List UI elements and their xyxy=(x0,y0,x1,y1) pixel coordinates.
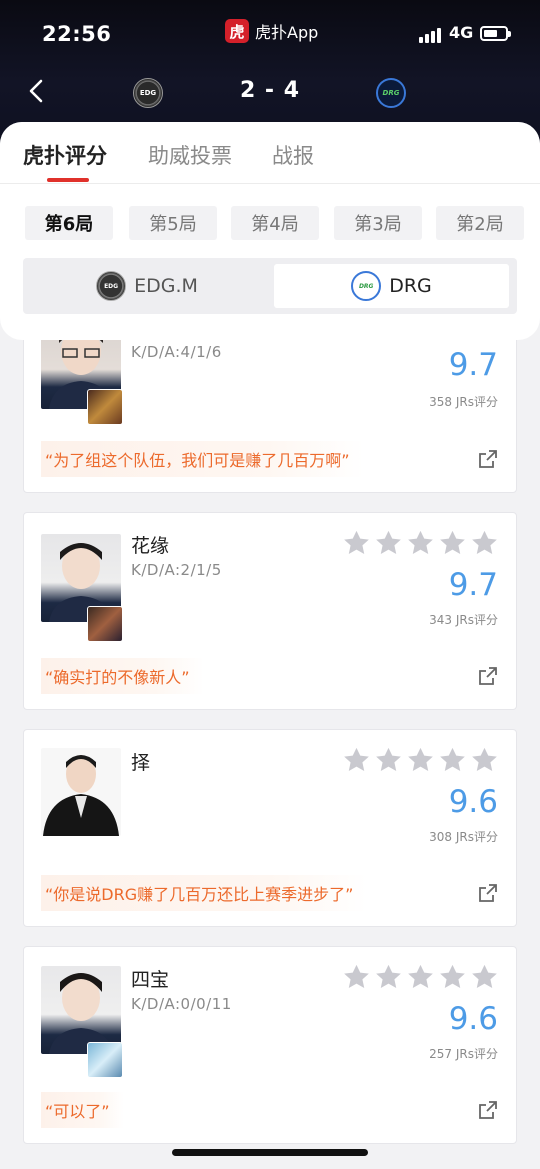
player-name: 四宝 xyxy=(131,969,170,991)
hupu-app-icon: 虎 xyxy=(225,19,249,43)
game-tab-4[interactable]: 第4局 xyxy=(231,206,319,240)
player-kda: K/D/A:0/0/11 xyxy=(131,995,232,1013)
star-icon[interactable] xyxy=(406,529,435,558)
player-kda: K/D/A:4/1/6 xyxy=(131,343,222,361)
game-tab-3[interactable]: 第3局 xyxy=(334,206,422,240)
star-icon[interactable] xyxy=(406,963,435,992)
star-icon[interactable] xyxy=(374,746,403,775)
rating-stars[interactable] xyxy=(342,963,499,992)
share-external-icon[interactable] xyxy=(478,883,498,903)
hero-icon xyxy=(87,1042,123,1078)
team-switch-right-label: DRG xyxy=(389,275,432,297)
tab-support-vote[interactable]: 助威投票 xyxy=(148,140,232,170)
player-card[interactable]: 花缘 K/D/A:2/1/5 9.7 343 JRs评分 “确实打的不像新人” xyxy=(23,512,517,710)
player-avatar xyxy=(41,966,121,1054)
player-quote: “你是说DRG赚了几百万还比上赛季进步了” xyxy=(41,875,368,911)
player-quote: “可以了” xyxy=(41,1092,124,1128)
player-votes: 308 JRs评分 xyxy=(429,830,498,844)
player-rating: 9.6 xyxy=(448,784,498,820)
star-icon[interactable] xyxy=(470,529,499,558)
sheet-header: 虎扑评分 助威投票 战报 第6局 第5局 第4局 第3局 第2局 EDG EDG… xyxy=(0,122,540,340)
player-rating: 9.7 xyxy=(448,347,498,383)
rating-stars[interactable] xyxy=(342,746,499,775)
game-tab-5[interactable]: 第5局 xyxy=(129,206,217,240)
star-icon[interactable] xyxy=(406,746,435,775)
drg-logo: DRG xyxy=(351,271,382,301)
team-switch: EDG EDG.M DRG DRG xyxy=(23,258,517,314)
share-external-icon[interactable] xyxy=(478,666,498,686)
battery-icon xyxy=(480,26,511,41)
network-label: 4G xyxy=(449,23,474,42)
team-logo-left[interactable]: EDG xyxy=(133,78,163,108)
player-card[interactable]: 四宝 K/D/A:0/0/11 9.6 257 JRs评分 “可以了” xyxy=(23,946,517,1144)
app-label: 虎扑App xyxy=(255,23,319,42)
player-kda: K/D/A:2/1/5 xyxy=(131,561,222,579)
star-icon[interactable] xyxy=(438,529,467,558)
star-icon[interactable] xyxy=(374,963,403,992)
player-avatar xyxy=(41,748,121,836)
back-chevron-icon[interactable] xyxy=(24,78,50,104)
game-tab-6[interactable]: 第6局 xyxy=(25,206,113,240)
player-votes: 343 JRs评分 xyxy=(429,613,498,627)
game-tab-2[interactable]: 第2局 xyxy=(436,206,524,240)
player-name: 花缘 xyxy=(131,535,170,557)
share-external-icon[interactable] xyxy=(478,1100,498,1120)
tab-hupu-rating[interactable]: 虎扑评分 xyxy=(23,140,107,170)
active-tab-indicator xyxy=(47,178,89,182)
star-icon[interactable] xyxy=(438,963,467,992)
player-votes: 358 JRs评分 xyxy=(429,395,498,409)
tab-bar: 虎扑评分 助威投票 战报 xyxy=(0,122,540,184)
player-card[interactable]: K/D/A:4/1/6 9.7 358 JRs评分 “为了组这个队伍，我们可是赚… xyxy=(23,316,517,493)
player-quote: “确实打的不像新人” xyxy=(41,658,204,694)
match-score: 2 - 4 xyxy=(239,78,301,103)
player-quote: “为了组这个队伍，我们可是赚了几百万啊” xyxy=(41,441,364,477)
hero-icon xyxy=(87,389,123,425)
star-icon[interactable] xyxy=(438,746,467,775)
team-switch-drg[interactable]: DRG DRG xyxy=(274,264,509,308)
team-switch-edgm[interactable]: EDG EDG.M xyxy=(27,264,267,308)
hero-icon xyxy=(87,606,123,642)
edg-logo: EDG xyxy=(96,271,127,301)
tab-report[interactable]: 战报 xyxy=(272,140,314,170)
status-bar: 22:56 虎 虎扑App 4G xyxy=(0,18,540,52)
player-rating: 9.7 xyxy=(448,567,498,603)
home-indicator[interactable] xyxy=(172,1149,368,1156)
status-time: 22:56 xyxy=(42,22,112,46)
player-rating: 9.6 xyxy=(448,1001,498,1037)
star-icon[interactable] xyxy=(470,963,499,992)
signal-icon xyxy=(419,28,441,43)
share-external-icon[interactable] xyxy=(478,449,498,469)
star-icon[interactable] xyxy=(374,529,403,558)
rating-stars[interactable] xyxy=(342,529,499,558)
game-selector: 第6局 第5局 第4局 第3局 第2局 xyxy=(25,206,540,240)
star-icon[interactable] xyxy=(342,529,371,558)
star-icon[interactable] xyxy=(342,963,371,992)
team-logo-right[interactable]: DRG xyxy=(376,78,406,108)
player-votes: 257 JRs评分 xyxy=(429,1047,498,1061)
player-name: 择 xyxy=(131,752,151,774)
star-icon[interactable] xyxy=(470,746,499,775)
player-card[interactable]: 择 9.6 308 JRs评分 “你是说DRG赚了几百万还比上赛季进步了” xyxy=(23,729,517,927)
team-switch-left-label: EDG.M xyxy=(134,275,198,297)
app-chip: 虎 虎扑App xyxy=(225,18,318,44)
star-icon[interactable] xyxy=(342,746,371,775)
